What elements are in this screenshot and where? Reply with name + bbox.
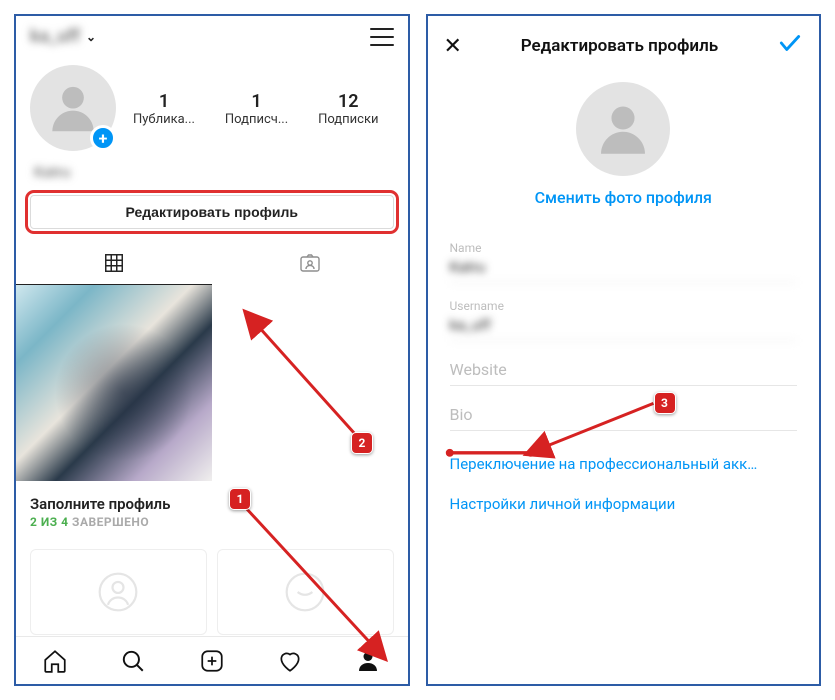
complete-title: Заполните профиль: [30, 495, 394, 513]
avatar-wrap[interactable]: +: [30, 65, 118, 153]
suggestion-card[interactable]: [30, 549, 207, 635]
nav-profile-icon[interactable]: [355, 648, 381, 674]
field-name[interactable]: Name Katru: [450, 241, 798, 283]
annotation-badge-2: 2: [351, 432, 373, 454]
suggestion-card[interactable]: [217, 549, 394, 635]
name-input[interactable]: Katru: [450, 255, 798, 283]
field-bio[interactable]: Bio: [450, 402, 798, 431]
edit-profile-button[interactable]: Редактировать профиль: [30, 195, 394, 229]
menu-icon[interactable]: [370, 28, 394, 46]
chevron-down-icon: ⌄: [86, 30, 96, 44]
stat-posts[interactable]: 1 Публика...: [133, 91, 195, 127]
nav-home-icon[interactable]: [42, 648, 68, 674]
complete-progress: 2 ИЗ 4 ЗАВЕРШЕНО: [30, 515, 394, 529]
nav-create-icon[interactable]: [199, 648, 225, 674]
tab-grid[interactable]: [16, 241, 212, 285]
field-website[interactable]: Website: [450, 357, 798, 386]
personal-info-link[interactable]: Настройки личной информации: [450, 495, 798, 513]
posts-grid: [16, 285, 408, 481]
bio-input[interactable]: Bio: [450, 402, 798, 431]
complete-profile-card: Заполните профиль 2 ИЗ 4 ЗАВЕРШЕНО: [16, 481, 408, 535]
stat-following[interactable]: 12 Подписки: [318, 91, 378, 127]
website-input[interactable]: Website: [450, 357, 798, 386]
suggestion-cards: [16, 541, 408, 635]
username-text: ka_uff: [30, 26, 80, 47]
annotation-badge-1: 1: [229, 488, 251, 510]
field-username[interactable]: Username ka_uff: [450, 299, 798, 341]
stats: 1 Публика... 1 Подписч... 12 Подписки: [118, 91, 394, 127]
change-photo-link[interactable]: Сменить фото профиля: [535, 188, 712, 207]
edit-avatar-area: Сменить фото профиля: [428, 76, 820, 215]
display-name: Katru: [16, 161, 408, 191]
username-input[interactable]: ka_uff: [450, 313, 798, 341]
profile-header: ka_uff ⌄: [16, 16, 408, 53]
add-story-badge-icon[interactable]: +: [90, 125, 116, 151]
edit-header: ✕ Редактировать профиль: [428, 16, 820, 76]
stat-followers[interactable]: 1 Подписч...: [225, 91, 288, 127]
edit-links: Переключение на профессиональный акк… На…: [428, 441, 820, 527]
close-icon[interactable]: ✕: [444, 34, 462, 59]
profile-screen: ka_uff ⌄ + 1 Публика... 1 Подписч... 1 2: [14, 14, 410, 686]
annotation-badge-3: 3: [654, 392, 676, 414]
tab-tagged[interactable]: [212, 241, 408, 285]
post-thumbnail[interactable]: [16, 285, 212, 481]
nav-activity-icon[interactable]: [277, 648, 303, 674]
confirm-icon[interactable]: [777, 30, 803, 62]
profile-stats-row: + 1 Публика... 1 Подписч... 12 Подписки: [16, 53, 408, 161]
edit-avatar[interactable]: [576, 82, 670, 176]
bottom-nav: [16, 636, 408, 684]
username-dropdown[interactable]: ka_uff ⌄: [30, 26, 96, 47]
edit-title: Редактировать профиль: [521, 36, 718, 56]
profile-tabs: [16, 241, 408, 285]
nav-search-icon[interactable]: [120, 648, 146, 674]
edit-profile-screen: ✕ Редактировать профиль Сменить фото про…: [426, 14, 822, 686]
edit-fields: Name Katru Username ka_uff Website Bio: [428, 215, 820, 441]
switch-pro-link[interactable]: Переключение на профессиональный акк…: [450, 455, 798, 473]
